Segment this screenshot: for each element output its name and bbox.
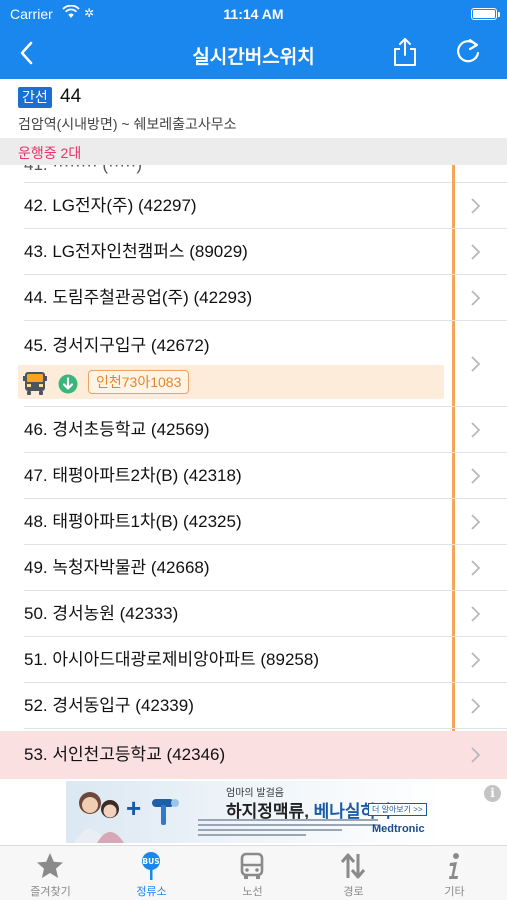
list-item[interactable]: 43. LG전자인천캠퍼스 (89029)	[0, 229, 507, 275]
stop-label: 46. 경서초등학교 (42569)	[24, 420, 210, 439]
tab-label: 경로	[343, 886, 364, 898]
tab-label: 정류소	[136, 886, 167, 898]
tab-path[interactable]: 경로	[303, 846, 404, 900]
stop-label: 51. 아시아드대광로제비앙아파트 (89258)	[24, 650, 319, 669]
list-item[interactable]: 49. 녹청자박물관 (42668)	[0, 545, 507, 591]
chevron-right-icon	[471, 652, 481, 668]
share-button[interactable]	[390, 36, 420, 68]
ad-people-image	[74, 792, 124, 843]
ad-area: + 엄마의 발걸음 하지정맥류, 베나실하다 더 알아보기 >> Medtron…	[0, 779, 507, 845]
ad-device-image	[152, 799, 179, 825]
list-item-with-bus[interactable]: 45. 경서지구입구 (42672) 인천73아1083	[0, 321, 507, 407]
route-number: 44	[60, 86, 82, 107]
route-type-badge: 간선	[18, 87, 52, 108]
tab-label: 기타	[444, 886, 465, 898]
stop-label: 53. 서인천고등학교 (42346)	[24, 745, 226, 764]
chevron-right-icon	[471, 560, 481, 576]
stop-label: 44. 도림주철관공업(주) (42293)	[24, 288, 253, 307]
chevron-right-icon	[471, 747, 481, 763]
route-arrows-icon	[340, 853, 366, 879]
header: Carrier ✲ 11:14 AM 실시간버스위치	[0, 0, 507, 79]
bus-plate-badge: 인천73아1083	[88, 370, 190, 394]
battery-icon	[471, 8, 500, 20]
list-item[interactable]: 51. 아시아드대광로제비앙아파트 (89258)	[0, 637, 507, 683]
ad-banner[interactable]: + 엄마의 발걸음 하지정맥류, 베나실하다 더 알아보기 >> Medtron…	[66, 781, 442, 843]
status-bar: Carrier ✲ 11:14 AM	[0, 0, 507, 30]
tab-favorites[interactable]: 즐겨찾기	[0, 846, 101, 900]
tab-label: 즐겨찾기	[30, 886, 71, 898]
arrow-down-circle-icon	[58, 374, 78, 394]
clock: 11:14 AM	[223, 6, 284, 22]
bus-position-strip[interactable]: 인천73아1083	[18, 365, 444, 399]
list-item[interactable]: 48. 태평아파트1차(B) (42325)	[0, 499, 507, 545]
list-item-current[interactable]: 53. 서인천고등학교 (42346)	[0, 731, 507, 779]
chevron-right-icon	[471, 468, 481, 484]
list-item[interactable]: 44. 도림주철관공업(주) (42293)	[0, 275, 507, 321]
chevron-right-icon	[471, 606, 481, 622]
stop-label: 48. 태평아파트1차(B) (42325)	[24, 512, 242, 531]
list-item-partial[interactable]: 41. ········ (·····)	[0, 165, 507, 183]
chevron-right-icon	[471, 244, 481, 260]
list-item[interactable]: 46. 경서초등학교 (42569)	[0, 407, 507, 453]
ad-info-icon[interactable]: i	[484, 785, 501, 802]
chevron-right-icon	[471, 198, 481, 214]
route-info: 간선 44 검암역(시내방면) ~ 쉐보레출고사무소	[0, 79, 507, 138]
chevron-right-icon	[471, 514, 481, 530]
stop-label: 43. LG전자인천캠퍼스 (89029)	[24, 242, 248, 261]
ad-plus-sign: +	[126, 793, 142, 823]
chevron-right-icon	[471, 698, 481, 714]
list-item[interactable]: 47. 태평아파트2차(B) (42318)	[0, 453, 507, 499]
list-item[interactable]: 50. 경서농원 (42333)	[0, 591, 507, 637]
ad-more-button[interactable]: 더 알아보기 >>	[368, 803, 427, 816]
list-item[interactable]: 42. LG전자(주) (42297)	[0, 183, 507, 229]
stop-list[interactable]: 41. ········ (·····) 42. LG전자(주) (42297)…	[0, 165, 507, 779]
tab-more[interactable]: 기타	[404, 846, 505, 900]
stop-label: 47. 태평아파트2차(B) (42318)	[24, 466, 242, 485]
chevron-right-icon	[471, 290, 481, 306]
tab-label: 노선	[242, 886, 263, 898]
list-item[interactable]: 52. 경서동입구 (42339)	[0, 683, 507, 729]
stop-label: 52. 경서동입구 (42339)	[24, 696, 194, 715]
chevron-right-icon	[471, 422, 481, 438]
stop-label-partial: 41. ········ (·····)	[24, 165, 142, 177]
tab-routes[interactable]: 노선	[202, 846, 303, 900]
chevron-right-icon	[471, 356, 481, 372]
refresh-button[interactable]	[452, 36, 484, 68]
bus-stop-icon: BUS	[142, 852, 160, 880]
running-count: 운행중 2대	[18, 145, 82, 161]
stop-label: 50. 경서농원 (42333)	[24, 604, 179, 623]
info-icon	[449, 853, 459, 879]
ad-fine-print	[198, 819, 378, 841]
svg-text:BUS: BUS	[142, 857, 159, 866]
stop-label: 45. 경서지구입구 (42672)	[24, 336, 210, 355]
running-status-bar: 운행중 2대	[0, 138, 507, 165]
page-title: 실시간버스위치	[192, 47, 315, 68]
ad-brand-logo: Medtronic	[372, 823, 425, 835]
stop-label: 49. 녹청자박물관 (42668)	[24, 558, 210, 577]
bus-icon	[240, 852, 264, 879]
star-icon	[37, 853, 63, 878]
tab-bar: 즐겨찾기 BUS 정류소 노선 경로 기타	[0, 845, 507, 900]
route-description: 검암역(시내방면) ~ 쉐보레출고사무소	[18, 116, 237, 132]
tab-stops[interactable]: BUS 정류소	[101, 846, 202, 900]
stop-label: 42. LG전자(주) (42297)	[24, 196, 197, 215]
navigation-bar: 실시간버스위치	[0, 30, 507, 79]
bus-icon	[23, 372, 47, 395]
